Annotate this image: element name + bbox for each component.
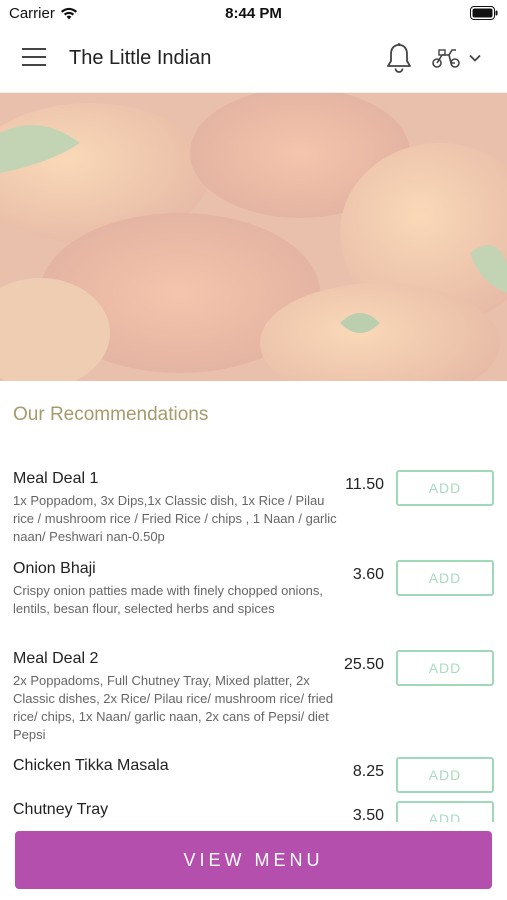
chevron-down-icon: [469, 54, 481, 62]
status-bar: Carrier 8:44 PM: [0, 0, 507, 26]
add-button[interactable]: ADD: [396, 650, 494, 686]
menu-item: Meal Deal 2 2x Poppadoms, Full Chutney T…: [0, 642, 507, 749]
recommendations-list[interactable]: Meal Deal 1 1x Poppadom, 3x Dips,1x Clas…: [0, 462, 507, 822]
item-price: 3.60: [352, 566, 384, 583]
notifications-button[interactable]: [385, 42, 413, 79]
item-name: Chicken Tikka Masala: [13, 757, 169, 774]
item-description: 2x Poppadoms, Full Chutney Tray, Mixed p…: [13, 673, 334, 742]
section-title: Our Recommendations: [13, 404, 209, 425]
menu-item: Chutney Tray 3.50 ADD: [0, 793, 507, 822]
add-button[interactable]: ADD: [396, 470, 494, 506]
delivery-mode-selector[interactable]: [431, 47, 481, 69]
item-name: Chutney Tray: [13, 801, 109, 818]
menu-icon-line: [22, 56, 46, 58]
item-price: 11.50: [345, 476, 384, 493]
item-description: Crispy onion patties made with finely ch…: [13, 583, 324, 616]
app-title: The Little Indian: [69, 47, 212, 69]
menu-item: Meal Deal 1 1x Poppadom, 3x Dips,1x Clas…: [0, 462, 507, 552]
item-description: 1x Poppadom, 3x Dips,1x Classic dish, 1x…: [13, 493, 337, 544]
menu-button[interactable]: [22, 48, 48, 70]
menu-icon-line: [22, 64, 46, 66]
item-price: 3.50: [352, 807, 384, 822]
status-time: 8:44 PM: [225, 5, 282, 22]
item-price: 8.25: [352, 763, 384, 780]
add-button[interactable]: ADD: [396, 801, 494, 822]
delivery-scooter-icon: [432, 49, 460, 68]
view-menu-button[interactable]: VIEW MENU: [15, 831, 492, 889]
item-name: Meal Deal 2: [13, 650, 99, 667]
menu-icon-line: [22, 48, 46, 50]
app-header: The Little Indian: [0, 26, 507, 93]
battery-icon: [470, 6, 498, 25]
item-price: 25.50: [343, 656, 384, 673]
bell-icon: [387, 43, 411, 73]
menu-item: Chicken Tikka Masala 8.25 ADD: [0, 749, 507, 793]
item-name: Meal Deal 1: [13, 470, 99, 487]
item-name: Onion Bhaji: [13, 560, 96, 577]
hero-food-image: [0, 93, 507, 381]
hero-overlay: [0, 93, 507, 381]
menu-item: Onion Bhaji Crispy onion patties made wi…: [0, 552, 507, 642]
add-button[interactable]: ADD: [396, 757, 494, 793]
add-button[interactable]: ADD: [396, 560, 494, 596]
